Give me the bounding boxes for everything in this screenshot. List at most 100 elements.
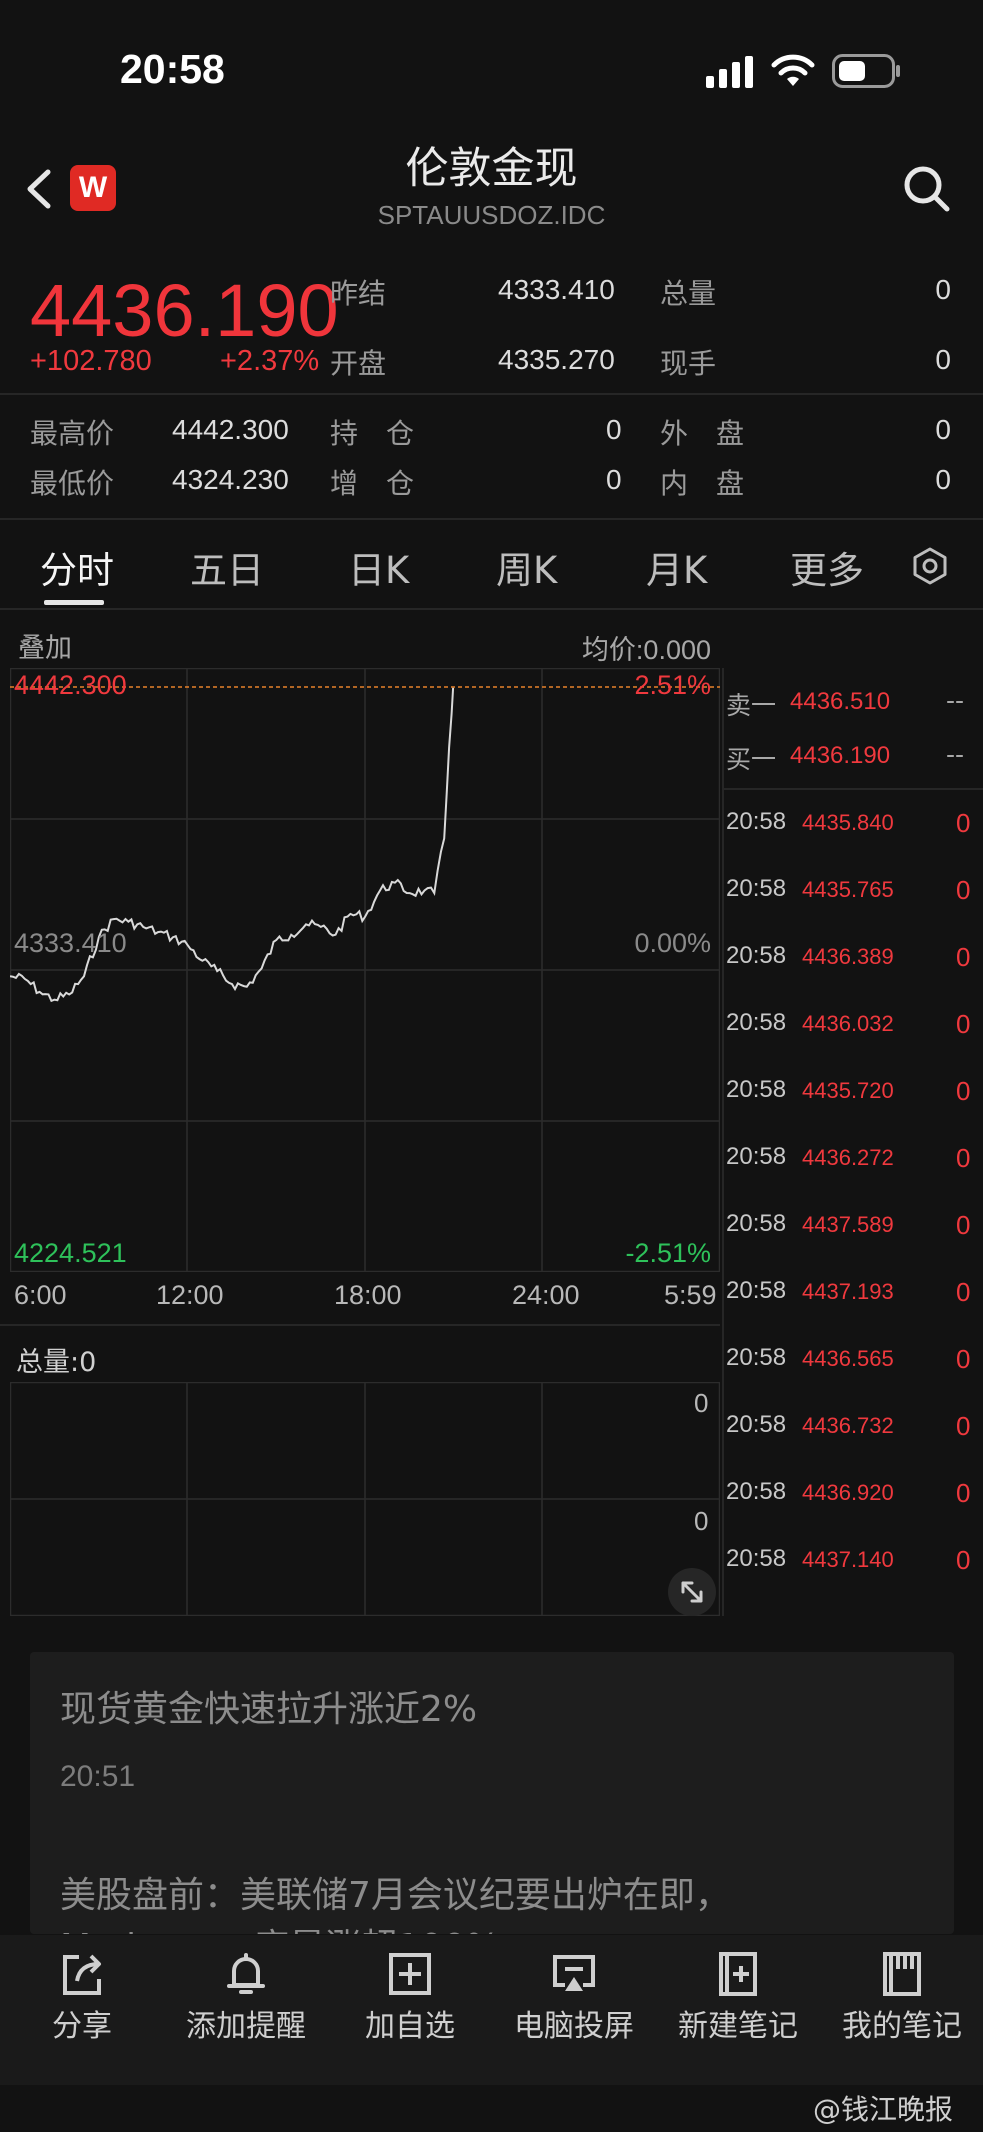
tab-daily-k[interactable]: 日K xyxy=(348,540,409,594)
x-tick-label: 5:59 xyxy=(664,1280,717,1310)
field-label: 总量 xyxy=(660,277,717,310)
y-max-label: 4442.300 xyxy=(14,670,127,700)
watermark: @钱江晚报 xyxy=(812,2093,953,2126)
field-value: 4442.300 xyxy=(172,414,289,445)
tab-intraday[interactable]: 分时 xyxy=(40,540,114,594)
trade-volume: 0 xyxy=(956,875,971,905)
my-notes-label: 我的笔记 xyxy=(842,2009,962,2044)
trade-time: 20:58 xyxy=(726,1009,787,1036)
settings-icon[interactable] xyxy=(910,546,950,586)
volume-top-label: 0 xyxy=(694,1388,709,1418)
last-price: 4436.190 xyxy=(30,269,339,352)
trade-price: 4435.720 xyxy=(802,1078,894,1103)
trade-time: 20:58 xyxy=(726,1411,787,1438)
status-time: 20:58 xyxy=(120,46,225,92)
expand-icon[interactable] xyxy=(668,1568,716,1616)
trade-time: 20:58 xyxy=(726,1076,787,1103)
divider xyxy=(0,1324,720,1326)
trade-price: 4437.140 xyxy=(802,1547,894,1572)
price-chart xyxy=(10,668,720,1272)
y-mid-pct-label: 0.00% xyxy=(634,928,711,958)
y-min-pct-label: -2.51% xyxy=(625,1238,711,1268)
tab-more[interactable]: 更多 xyxy=(790,540,864,594)
signal-icon xyxy=(706,56,754,88)
field-value: 0 xyxy=(606,414,622,445)
cast-screen-label: 电脑投屏 xyxy=(514,2009,634,2044)
trade-volume: 0 xyxy=(956,1277,971,1307)
add-square-icon xyxy=(389,1953,431,1995)
trade-volume: 0 xyxy=(956,942,971,972)
overlay-button[interactable]: 叠加 xyxy=(18,626,72,665)
trade-price: 4436.732 xyxy=(802,1413,894,1438)
divider xyxy=(724,788,983,790)
tab-weekly-k[interactable]: 周K xyxy=(496,540,557,594)
avg-price-label: 均价:0.000 xyxy=(581,635,711,665)
trade-time: 20:58 xyxy=(726,1210,787,1237)
field-value: 0 xyxy=(935,274,951,305)
news-body-continued: Moderna一度暴涨超100% xyxy=(60,1918,500,1934)
trade-volume: 0 xyxy=(956,1076,971,1106)
field-value: 0 xyxy=(935,464,951,495)
trade-time: 20:58 xyxy=(726,1478,787,1505)
trade-time: 20:58 xyxy=(726,808,787,835)
order-book-ask-price: 4436.510 xyxy=(790,688,891,715)
bottom-toolbar: 分享 添加提醒 加自选 电脑投屏 新建笔记 我的笔记 xyxy=(0,1935,983,2085)
field-label: 现手 xyxy=(660,347,717,380)
trade-volume: 0 xyxy=(956,1009,971,1039)
field-value: 4335.270 xyxy=(498,344,615,375)
new-note-icon xyxy=(719,1952,757,1996)
trade-time: 20:58 xyxy=(726,1344,787,1371)
field-label: 开盘 xyxy=(330,347,387,380)
order-book-ask-label: 卖一 xyxy=(726,691,777,720)
volume-chart xyxy=(10,1382,720,1616)
battery-icon xyxy=(832,54,902,88)
bell-icon xyxy=(227,1953,265,1994)
news-body: 美股盘前：美联储7月会议纪要出炉在即， xyxy=(60,1875,731,1916)
trade-price: 4436.389 xyxy=(802,944,894,969)
x-tick-label: 6:00 xyxy=(14,1280,67,1310)
symbol-code: SPTAUUSDOZ.IDC xyxy=(377,200,606,230)
share-label: 分享 xyxy=(52,2009,112,2044)
trade-time: 20:58 xyxy=(726,942,787,969)
x-tick-label: 12:00 xyxy=(156,1280,224,1310)
divider xyxy=(0,393,983,395)
field-value: 0 xyxy=(935,344,951,375)
search-icon[interactable] xyxy=(902,164,952,214)
new-note-label: 新建笔记 xyxy=(678,2009,798,2044)
cast-screen-icon xyxy=(553,1955,595,1991)
x-tick-label: 24:00 xyxy=(512,1280,580,1310)
price-change-pct: +2.37% xyxy=(220,345,320,377)
trade-time: 20:58 xyxy=(726,1545,787,1572)
trade-price: 4435.840 xyxy=(802,810,894,835)
field-value: 0 xyxy=(606,464,622,495)
field-label: 增 仓 xyxy=(330,467,415,500)
field-label: 内 盘 xyxy=(660,467,745,500)
tab-monthly-k[interactable]: 月K xyxy=(646,540,707,594)
notebook-icon xyxy=(883,1952,921,1996)
divider xyxy=(0,518,983,520)
trade-time: 20:58 xyxy=(726,1277,787,1304)
news-card[interactable]: 现货黄金快速拉升涨近2% 20:51 美股盘前：美联储7月会议纪要出炉在即， M… xyxy=(30,1652,954,1934)
trade-time: 20:58 xyxy=(726,875,787,902)
trade-volume: 0 xyxy=(956,1411,971,1441)
trade-price: 4435.765 xyxy=(802,877,894,902)
field-label: 最高价 xyxy=(30,417,115,450)
tab-five-day[interactable]: 五日 xyxy=(190,540,264,594)
right-panel-divider xyxy=(722,668,724,1616)
trade-volume: 0 xyxy=(956,1210,971,1240)
news-title: 现货黄金快速拉升涨近2% xyxy=(60,1689,478,1730)
news-time: 20:51 xyxy=(60,1760,136,1793)
y-mid-label: 4333.410 xyxy=(14,928,127,958)
add-alert-label: 添加提醒 xyxy=(186,2009,306,2044)
field-label: 外 盘 xyxy=(660,417,745,450)
wifi-icon xyxy=(770,52,816,88)
divider xyxy=(0,608,983,610)
field-label: 最低价 xyxy=(30,467,115,500)
trade-price: 4436.920 xyxy=(802,1480,894,1505)
trade-volume: 0 xyxy=(956,1545,971,1575)
chart-grid xyxy=(10,668,720,1272)
trade-volume: 0 xyxy=(956,1143,971,1173)
order-book-ask-vol: -- xyxy=(946,686,965,715)
trade-price: 4436.032 xyxy=(802,1011,894,1036)
order-book-bid-vol: -- xyxy=(946,740,965,769)
